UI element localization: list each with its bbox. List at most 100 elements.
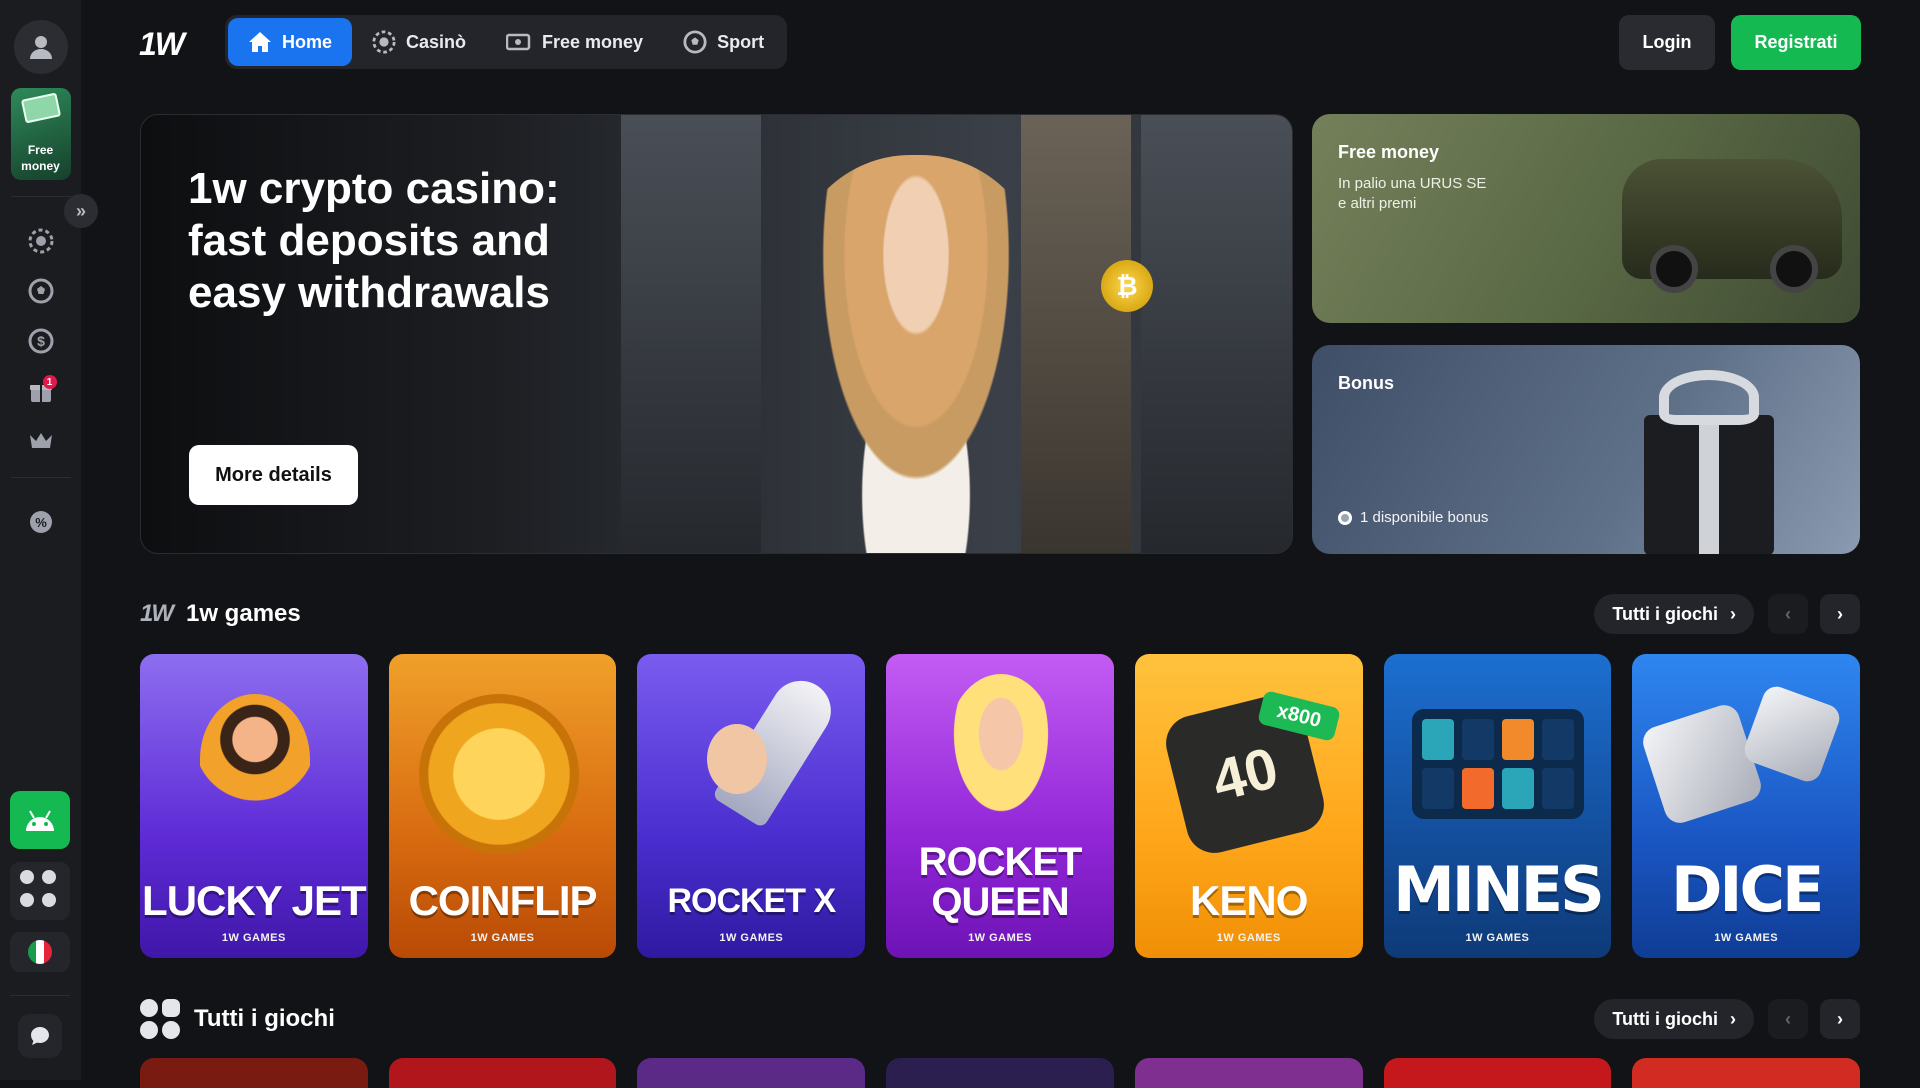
game-card-keno[interactable]: 40 x800 Keno 1W GAMES: [1134, 654, 1363, 958]
rocket-queen-character-image: [946, 674, 1057, 824]
nav-sport[interactable]: Sport: [663, 18, 784, 66]
sidebar-item-sport[interactable]: [21, 271, 61, 311]
more-details-button[interactable]: More details: [189, 445, 358, 505]
all-games-label: Tutti i giochi: [1612, 603, 1718, 624]
casino-chip-icon: [28, 228, 53, 254]
game-card-rocket-queen[interactable]: Rocket Queen 1W GAMES: [886, 654, 1114, 958]
crown-icon: [29, 433, 52, 448]
section-1w-games-header: 1W 1w games Tutti i giochi › ‹ ›: [140, 594, 1860, 634]
sidebar-item-casino[interactable]: [21, 221, 61, 261]
game-card[interactable]: [140, 1058, 368, 1088]
game-card-mines[interactable]: Mines 1W GAMES: [1383, 654, 1612, 958]
money-icon: [506, 33, 531, 51]
expand-sidebar-button[interactable]: »: [64, 194, 98, 228]
gold-coin-image: [418, 694, 579, 854]
sidebar-item-gifts[interactable]: 1: [21, 371, 61, 411]
notification-badge: 1: [42, 375, 57, 389]
brand-logo[interactable]: 1W: [139, 26, 185, 63]
android-icon: [26, 810, 54, 831]
language-selector[interactable]: [10, 932, 70, 972]
bitcoin-coin-icon: ₿: [1101, 260, 1153, 312]
football-icon: [28, 278, 53, 304]
whatsapp-icon[interactable]: [20, 870, 34, 884]
dollar-coin-icon: $: [28, 328, 53, 354]
svg-text:$: $: [37, 333, 45, 349]
game-title: Keno: [1190, 877, 1308, 924]
grid-icon: [140, 999, 180, 1039]
game-title: Dice: [1670, 853, 1824, 926]
games-carousel: Lucky Jet 1W GAMES Coinflip 1W GAMES Roc…: [140, 654, 1861, 958]
game-card[interactable]: [637, 1058, 866, 1088]
support-chat-button[interactable]: [18, 1014, 62, 1058]
casino-chip-icon: [372, 30, 396, 54]
bonus-title: Bonus: [1338, 373, 1394, 393]
all-games-button[interactable]: Tutti i giochi ›: [1594, 594, 1754, 634]
game-title: Rocket Queen: [918, 840, 1083, 924]
bonus-card[interactable]: Bonus 1 disponibile bonus: [1312, 345, 1860, 554]
game-card[interactable]: [388, 1058, 617, 1088]
all-games-button[interactable]: Tutti i giochi ›: [1594, 999, 1754, 1039]
profile-avatar-button[interactable]: [13, 20, 68, 74]
free-money-card[interactable]: Free money In palio una URUS SE e altri …: [1312, 114, 1860, 323]
game-provider: 1W GAMES: [1216, 932, 1281, 944]
chevron-left-icon: ‹: [1785, 1008, 1791, 1029]
nav-home[interactable]: Home: [228, 18, 353, 66]
lucky-jet-character-image: [200, 694, 310, 824]
home-icon: [249, 32, 271, 52]
hero-banner[interactable]: ₿ 1w crypto casino: fast deposits and ea…: [140, 114, 1293, 554]
nav-casino[interactable]: Casinò: [352, 18, 486, 66]
building-graphic: [621, 115, 761, 553]
car-image: [1622, 159, 1842, 293]
game-provider: 1W GAMES: [470, 932, 535, 944]
top-bar: 1W Home Casinò Free money Sport Login Re…: [81, 0, 1920, 86]
more-dots-icon[interactable]: [42, 893, 56, 907]
football-icon: [683, 30, 707, 54]
user-icon: [29, 36, 52, 59]
game-title: Lucky Jet: [142, 877, 367, 924]
instagram-icon[interactable]: [20, 893, 34, 907]
chevron-right-icon: ›: [1837, 603, 1843, 624]
chevron-right-icon: ›: [1730, 1008, 1736, 1029]
svg-text:%: %: [35, 515, 47, 530]
nav-free-money[interactable]: Free money: [486, 18, 663, 66]
game-card[interactable]: [1383, 1058, 1612, 1088]
carousel-next-button[interactable]: ›: [1820, 999, 1860, 1039]
chevron-right-icon: ›: [1730, 603, 1736, 624]
percent-badge-icon: %: [29, 511, 52, 533]
free-money-shortcut[interactable]: Free money: [10, 88, 71, 180]
game-card[interactable]: [1134, 1058, 1363, 1088]
bonus-count-text: 1 disponibile bonus: [1360, 509, 1489, 526]
italy-flag-icon: [28, 940, 52, 964]
social-links[interactable]: [10, 862, 70, 920]
login-button[interactable]: Login: [1619, 15, 1715, 70]
game-title: Rocket X: [667, 882, 836, 920]
game-provider: 1W GAMES: [719, 932, 784, 944]
game-card-lucky-jet[interactable]: Lucky Jet 1W GAMES: [140, 654, 368, 958]
chevron-left-icon: ‹: [1785, 603, 1791, 624]
free-money-text: In palio una URUS SE e altri premi: [1338, 175, 1487, 212]
game-card[interactable]: [886, 1058, 1114, 1088]
sidebar-item-bets[interactable]: $: [21, 321, 61, 361]
free-money-label: Free money: [21, 143, 60, 173]
gift-box-image: [1644, 370, 1774, 554]
game-card-rocket-x[interactable]: Rocket X 1W GAMES: [637, 654, 866, 958]
sidebar-item-promo[interactable]: %: [21, 502, 61, 542]
android-app-button[interactable]: [10, 791, 70, 849]
nav-sport-label: Sport: [717, 31, 765, 52]
all-games-label: Tutti i giochi: [1612, 1008, 1718, 1029]
chat-bubble-icon: [31, 1027, 49, 1045]
sidebar: Free money $ 1 %: [0, 0, 81, 1080]
game-card-dice[interactable]: Dice 1W GAMES: [1632, 654, 1861, 958]
game-title: Coinflip: [408, 877, 598, 924]
game-provider: 1W GAMES: [968, 932, 1032, 944]
sidebar-item-vip[interactable]: [21, 421, 61, 461]
bonus-count: 1 disponibile bonus: [1338, 509, 1488, 526]
game-card[interactable]: [1632, 1058, 1861, 1088]
carousel-prev-button[interactable]: ‹: [1768, 999, 1808, 1039]
carousel-next-button[interactable]: ›: [1820, 594, 1860, 634]
game-card-coinflip[interactable]: Coinflip 1W GAMES: [388, 654, 617, 958]
carousel-prev-button[interactable]: ‹: [1768, 594, 1808, 634]
telegram-icon[interactable]: [42, 870, 56, 884]
hero-title: 1w crypto casino: fast deposits and easy…: [188, 164, 560, 317]
register-button[interactable]: Registrati: [1731, 15, 1861, 70]
